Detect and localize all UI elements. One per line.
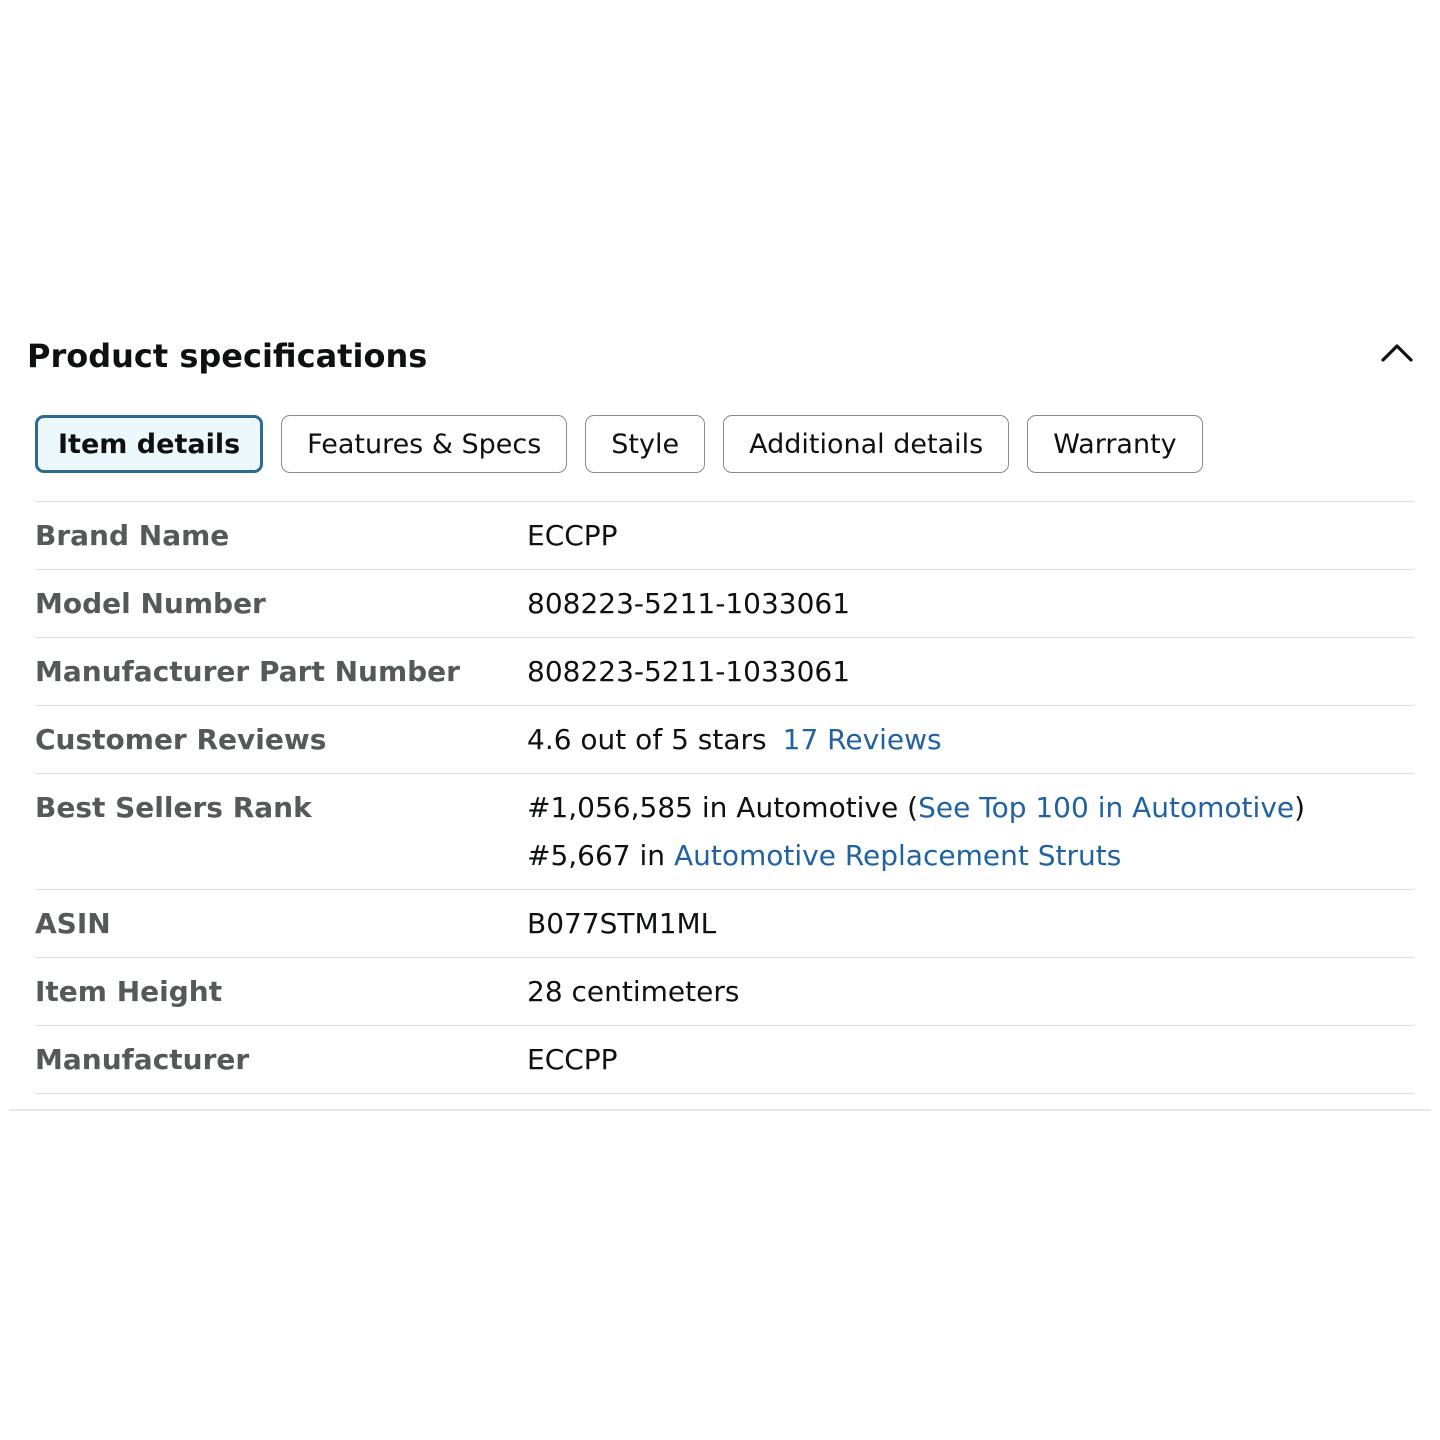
chevron-up-icon [1381, 344, 1413, 362]
spec-value: 4.6 out of 5 stars 17 Reviews [527, 721, 1414, 759]
category-link[interactable]: Automotive Replacement Struts [674, 839, 1121, 872]
rank-line-automotive: #1,056,585 in Automotive (See Top 100 in… [527, 789, 1414, 827]
spec-label: Brand Name [35, 519, 230, 552]
spec-value: 28 centimeters [527, 975, 740, 1008]
spec-tabs: Item details Features & Specs Style Addi… [35, 415, 1203, 473]
spec-label: Manufacturer Part Number [35, 655, 460, 688]
spec-row-customer-reviews: Customer Reviews 4.6 out of 5 stars 17 Re… [35, 706, 1414, 774]
collapse-toggle-button[interactable] [1374, 332, 1420, 372]
see-top-100-link[interactable]: See Top 100 in Automotive [918, 791, 1294, 824]
spec-row-asin: ASIN B077STM1ML [35, 890, 1414, 958]
spec-label: Best Sellers Rank [35, 791, 312, 824]
tab-warranty[interactable]: Warranty [1027, 415, 1203, 473]
spec-value: ECCPP [527, 519, 618, 552]
spec-value: 808223-5211-1033061 [527, 587, 851, 620]
tab-features-specs[interactable]: Features & Specs [281, 415, 568, 473]
rank-text: #5,667 in [527, 839, 674, 872]
spec-row-manufacturer-part-number: Manufacturer Part Number 808223-5211-103… [35, 638, 1414, 706]
spec-value: 808223-5211-1033061 [527, 655, 851, 688]
spec-row-brand-name: Brand Name ECCPP [35, 502, 1414, 570]
spec-row-item-height: Item Height 28 centimeters [35, 958, 1414, 1026]
tab-item-details[interactable]: Item details [35, 415, 264, 473]
spec-value: ECCPP [527, 1043, 618, 1076]
spec-row-best-sellers-rank: Best Sellers Rank #1,056,585 in Automoti… [35, 774, 1414, 890]
spec-table: Brand Name ECCPP Model Number 808223-521… [35, 501, 1414, 1094]
reviews-link[interactable]: 17 Reviews [783, 723, 942, 756]
rank-text-suffix: ) [1294, 791, 1306, 824]
spec-label: ASIN [35, 907, 111, 940]
spec-row-model-number: Model Number 808223-5211-1033061 [35, 570, 1414, 638]
section-title: Product specifications [27, 337, 428, 375]
spec-row-manufacturer: Manufacturer ECCPP [35, 1026, 1414, 1094]
spec-value: #1,056,585 in Automotive (See Top 100 in… [527, 789, 1414, 875]
tab-style[interactable]: Style [585, 415, 706, 473]
spec-label: Customer Reviews [35, 723, 327, 756]
spec-label: Item Height [35, 975, 223, 1008]
tab-additional-details[interactable]: Additional details [723, 415, 1010, 473]
spec-label: Manufacturer [35, 1043, 250, 1076]
rank-line-struts: #5,667 in Automotive Replacement Struts [527, 837, 1414, 875]
rating-text: 4.6 out of 5 stars [527, 723, 767, 756]
spec-label: Model Number [35, 587, 266, 620]
section-divider [9, 1109, 1431, 1111]
rank-text: #1,056,585 in Automotive ( [527, 791, 919, 824]
spec-value: B077STM1ML [527, 907, 717, 940]
